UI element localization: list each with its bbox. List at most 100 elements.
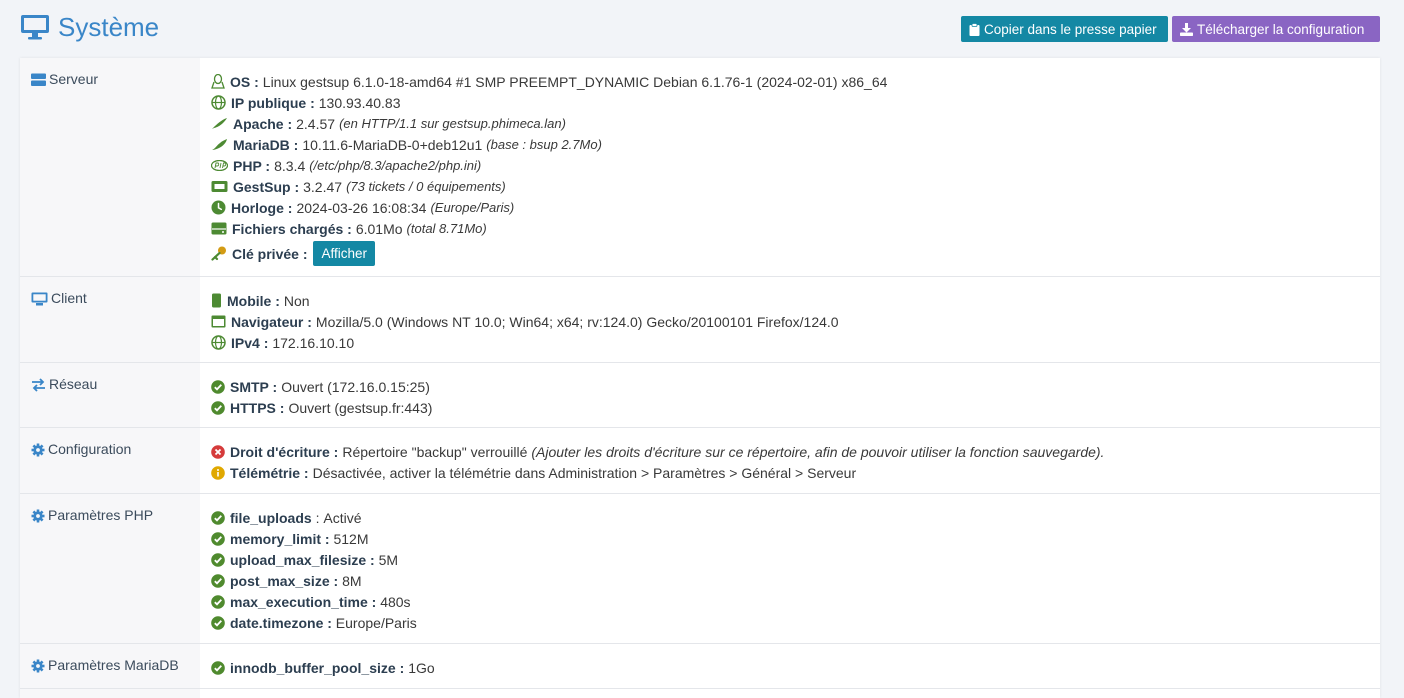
mobile-label: Mobile : [227, 292, 280, 309]
php-param-line: memory_limit : 512M [211, 528, 1380, 549]
innodb-pool-label: innodb_buffer_pool_size : [230, 659, 405, 676]
server-icon [31, 73, 46, 86]
write-permission-label: Droit d'écriture : [230, 443, 339, 460]
smtp-value: Ouvert (172.16.0.15:25) [281, 378, 430, 395]
check-circle-icon [211, 510, 225, 525]
section-client-title: Client [51, 290, 87, 306]
mariadb-line: MariaDB : 10.11.6-MariaDB-0+deb12u1 (bas… [211, 134, 1380, 155]
https-line: HTTPS : Ouvert (gestsup.fr:443) [211, 397, 1380, 418]
php-param-value: 512M [333, 530, 369, 547]
section-network-body: SMTP : Ouvert (172.16.0.15:25) HTTPS : O… [200, 363, 1380, 427]
smtp-line: SMTP : Ouvert (172.16.0.15:25) [211, 376, 1380, 397]
show-private-key-button[interactable]: Afficher [313, 241, 376, 266]
section-mariadb-params-header: Paramètres MariaDB [20, 644, 200, 688]
php-param-value: 5M [378, 551, 399, 568]
check-circle-icon [211, 400, 225, 415]
browser-line: Navigateur : Mozilla/5.0 (Windows NT 10.… [211, 311, 1380, 332]
php-param-line: post_max_size : 8M [211, 570, 1380, 591]
gear-icon [31, 509, 45, 523]
check-circle-icon [211, 573, 225, 588]
section-client-body: Mobile : Non Navigateur : Mozilla/5.0 (W… [200, 277, 1380, 362]
clock-icon [211, 200, 226, 215]
browser-value: Mozilla/5.0 (Windows NT 10.0; Win64; x64… [315, 313, 839, 330]
section-next-partial-header [20, 689, 200, 698]
gestsup-value: 3.2.47 [303, 178, 343, 195]
https-value: Ouvert (gestsup.fr:443) [288, 399, 433, 416]
os-label: OS : [230, 73, 259, 90]
clock-note: (Europe/Paris) [430, 200, 515, 215]
public-ip-value: 130.93.40.83 [318, 94, 401, 111]
php-icon [211, 160, 228, 171]
clock-line: Horloge : 2024-03-26 16:08:34 (Europe/Pa… [211, 197, 1380, 218]
public-ip-label: IP publique : [231, 94, 315, 111]
write-permission-value: Répertoire "backup" verrouillé [342, 443, 528, 460]
section-network-header: Réseau [20, 363, 200, 427]
check-circle-icon [211, 660, 225, 675]
os-value: Linux gestsup 6.1.0-18-amd64 #1 SMP PREE… [262, 73, 888, 90]
browser-label: Navigateur : [231, 313, 312, 330]
ipv4-line: IPv4 : 172.16.10.10 [211, 332, 1380, 353]
key-icon [211, 246, 226, 261]
section-mariadb-params-body: innodb_buffer_pool_size : 1Go [200, 644, 1380, 688]
globe-icon [211, 95, 226, 110]
globe-icon [211, 335, 226, 350]
download-icon [1180, 22, 1193, 36]
write-permission-line: Droit d'écriture : Répertoire "backup" v… [211, 441, 1380, 462]
mariadb-label: MariaDB : [233, 136, 299, 153]
check-circle-icon [211, 594, 225, 609]
gear-icon [31, 659, 45, 673]
private-key-line: Clé privée : Afficher [211, 239, 1380, 268]
section-mariadb-params: Paramètres MariaDB innodb_buffer_pool_si… [20, 644, 1380, 689]
telemetry-value: Désactivée, activer la télémétrie dans A… [312, 464, 857, 481]
ipv4-value: 172.16.10.10 [272, 334, 355, 351]
section-configuration-header: Configuration [20, 428, 200, 493]
hdd-icon [211, 222, 227, 235]
telemetry-label: Télémétrie : [230, 464, 309, 481]
system-info-card: Serveur OS : Linux gestsup 6.1.0-18-amd6… [20, 58, 1380, 698]
copy-clipboard-label: Copier dans le presse papier [984, 21, 1157, 37]
section-php-params-body: file_uploads : Activé memory_limit : 512… [200, 494, 1380, 643]
error-circle-icon [211, 444, 225, 459]
check-circle-icon [211, 379, 225, 394]
copy-clipboard-button[interactable]: Copier dans le presse papier [961, 16, 1168, 42]
php-param-label: post_max_size : [230, 572, 339, 589]
gestsup-note: (73 tickets / 0 équipements) [346, 179, 506, 194]
feather-icon [212, 118, 227, 129]
innodb-pool-line: innodb_buffer_pool_size : 1Go [211, 657, 1380, 678]
mobile-line: Mobile : Non [211, 290, 1380, 311]
section-php-params-title: Paramètres PHP [48, 507, 154, 523]
section-network-title: Réseau [49, 376, 98, 392]
apache-label: Apache : [233, 115, 293, 132]
apache-value: 2.4.57 [296, 115, 336, 132]
ipv4-label: IPv4 : [231, 334, 269, 351]
section-php-params: Paramètres PHP file_uploads : Activé mem… [20, 494, 1380, 644]
section-configuration: Configuration Droit d'écriture : Réperto… [20, 428, 1380, 494]
mariadb-seal-icon [212, 139, 227, 150]
apache-line: Apache : 2.4.57 (en HTTP/1.1 sur gestsup… [211, 113, 1380, 134]
php-value: 8.3.4 [274, 157, 306, 174]
page-title: Système [20, 10, 159, 44]
php-line: PHP : 8.3.4 (/etc/php/8.3/apache2/php.in… [211, 155, 1380, 176]
clipboard-icon [969, 22, 980, 36]
php-label: PHP : [233, 157, 271, 174]
section-server-header: Serveur [20, 58, 200, 276]
section-configuration-body: Droit d'écriture : Répertoire "backup" v… [200, 428, 1380, 493]
php-param-line: max_execution_time : 480s [211, 591, 1380, 612]
monitor-icon [21, 15, 49, 40]
https-label: HTTPS : [230, 399, 285, 416]
loaded-files-label: Fichiers chargés : [232, 220, 352, 237]
write-permission-note: (Ajouter les droits d'écriture sur ce ré… [531, 443, 1105, 460]
loaded-files-note: (total 8.71Mo) [406, 221, 487, 236]
innodb-pool-value: 1Go [408, 659, 435, 676]
check-circle-icon [211, 531, 225, 546]
page-header: Système Copier dans le presse papier Tél… [0, 0, 1404, 58]
php-param-label: file_uploads [230, 509, 312, 526]
gestsup-line: GestSup : 3.2.47 (73 tickets / 0 équipem… [211, 176, 1380, 197]
mariadb-value: 10.11.6-MariaDB-0+deb12u1 [302, 136, 483, 153]
section-server: Serveur OS : Linux gestsup 6.1.0-18-amd6… [20, 58, 1380, 277]
clock-value: 2024-03-26 16:08:34 [296, 199, 427, 216]
php-param-label: date.timezone : [230, 614, 332, 631]
download-config-button[interactable]: Télécharger la configuration [1172, 16, 1380, 42]
check-circle-icon [211, 615, 225, 630]
php-param-label: memory_limit : [230, 530, 330, 547]
